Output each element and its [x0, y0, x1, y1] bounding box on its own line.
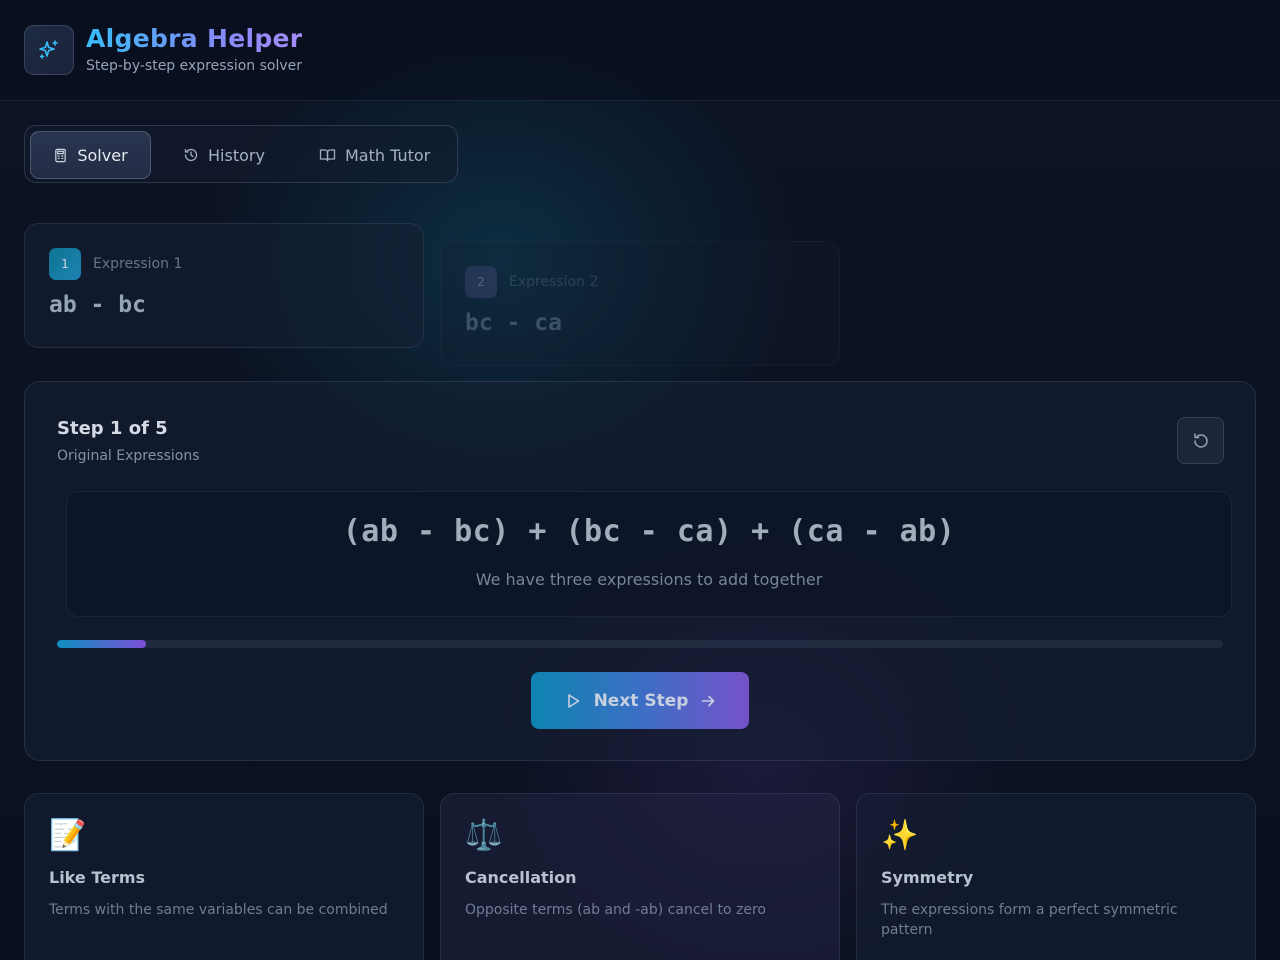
tab-history-label: History	[208, 145, 265, 165]
expression-value: ab - bc	[49, 292, 146, 318]
step-progress-fill	[57, 640, 146, 648]
info-card-title: Cancellation	[465, 868, 577, 887]
expression-label: Expression 2	[509, 274, 599, 290]
expression-label: Expression 1	[93, 256, 183, 272]
reset-button[interactable]	[1177, 417, 1224, 464]
main-tabs: Solver History Math Tutor	[24, 125, 458, 183]
sparkles-emoji-icon: ✨	[881, 818, 919, 853]
next-step-button[interactable]: Next Step	[531, 672, 749, 729]
app-header: Algebra Helper Step-by-step expression s…	[0, 0, 1280, 101]
equation-text: (ab - bc) + (bc - ca) + (ca - ab)	[342, 514, 956, 549]
solver-panel: Step 1 of 5 Original Expressions (ab - b…	[24, 381, 1256, 761]
tab-history[interactable]: History	[183, 131, 265, 179]
equation-display: (ab - bc) + (bc - ca) + (ca - ab) We hav…	[66, 491, 1232, 617]
calculator-icon	[55, 148, 67, 162]
expression-number-badge: 1	[49, 248, 81, 280]
info-card-cancellation: ⚖️ Cancellation Opposite terms (ab and -…	[440, 793, 840, 960]
next-step-label: Next Step	[593, 690, 689, 711]
expression-card-1: 1 Expression 1 ab - bc	[24, 223, 424, 348]
info-card-description: Opposite terms (ab and -ab) cancel to ze…	[465, 902, 766, 918]
info-card-title: Symmetry	[881, 868, 974, 887]
info-card-description: The expressions form a perfect symmetric…	[881, 902, 1178, 938]
expression-card-2: 2 Expression 2 bc - ca	[440, 241, 840, 366]
tab-solver[interactable]: Solver	[30, 131, 151, 179]
memo-icon: 📝	[49, 818, 87, 853]
balance-scale-icon: ⚖️	[465, 818, 503, 853]
app-subtitle: Step-by-step expression solver	[86, 58, 303, 74]
app-logo	[24, 25, 74, 75]
tab-math-tutor[interactable]: Math Tutor	[319, 131, 430, 179]
play-icon	[567, 693, 579, 708]
expression-value: bc - ca	[465, 310, 562, 336]
info-card-description: Terms with the same variables can be com…	[49, 902, 388, 918]
arrow-right-icon	[702, 695, 715, 706]
rotate-ccw-icon	[1193, 432, 1208, 448]
tab-math-tutor-label: Math Tutor	[345, 145, 431, 165]
book-open-icon	[319, 149, 336, 162]
app-title: Algebra Helper	[86, 24, 303, 53]
info-card-like-terms: 📝 Like Terms Terms with the same variabl…	[24, 793, 424, 960]
tab-solver-label: Solver	[77, 145, 128, 165]
equation-description: We have three expressions to add togethe…	[475, 570, 823, 589]
info-card-title: Like Terms	[49, 868, 146, 887]
step-progress-bar	[57, 640, 1223, 648]
expression-number-badge: 2	[465, 266, 497, 298]
info-card-symmetry: ✨ Symmetry The expressions form a perfec…	[856, 793, 1256, 960]
sparkles-icon	[39, 40, 58, 59]
history-icon	[184, 148, 198, 162]
step-subtitle: Original Expressions	[57, 448, 200, 464]
step-title: Step 1 of 5	[57, 418, 168, 439]
